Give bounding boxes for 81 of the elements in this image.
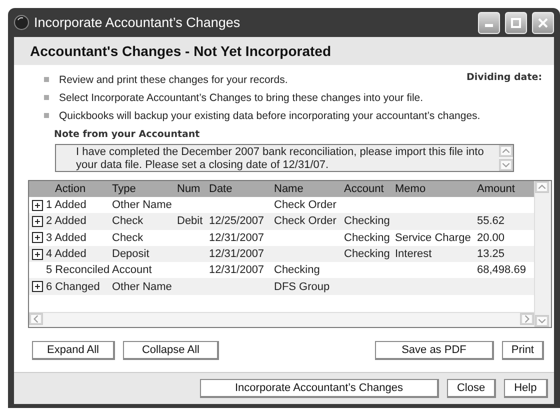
table-cell-text: Interest [395, 248, 433, 260]
bullet-icon [44, 95, 49, 100]
instruction-text: Quickbooks will backup your existing data before incorporating your accountant’s changes. [59, 110, 480, 122]
vertical-scrollbar[interactable] [534, 181, 551, 327]
table-cell: 1 Added [46, 199, 86, 212]
minimize-button[interactable] [478, 12, 500, 34]
scroll-right-icon[interactable] [520, 313, 534, 325]
dialog-heading: Accountant's Changes - Not Yet Incorporated [30, 43, 331, 59]
column-header[interactable]: Amount [477, 183, 534, 195]
table-cell-text: 12/31/2007 [209, 232, 266, 244]
window-title: Incorporate Accountant’s Changes [34, 15, 242, 30]
column-header[interactable]: Name [274, 183, 344, 195]
table-cell-text: 55.62 [477, 215, 506, 228]
scroll-up-icon[interactable] [535, 181, 549, 193]
table-cell-text: Checking [274, 264, 321, 276]
bullet-icon [44, 77, 49, 82]
table-cell: 6 Changed [46, 280, 100, 293]
table-row[interactable]: 3 Added Check 12/31/2007 Checking Service Charge 20.00 [29, 230, 534, 246]
table-cell-text: Check [112, 232, 144, 244]
column-header[interactable]: Account [344, 183, 395, 195]
column-header[interactable]: Num [177, 183, 209, 195]
table-cell-text: Debit [177, 215, 204, 228]
column-header[interactable]: Action [29, 183, 112, 195]
table-cell: 2 Added [46, 215, 86, 228]
table-row[interactable]: 1 Added Other Name Check Order [29, 197, 534, 214]
scroll-down-icon[interactable] [535, 315, 549, 327]
table-row[interactable]: 6 Changed Other Name DFS Group [29, 278, 534, 295]
bullet-icon [44, 113, 49, 118]
note-field[interactable]: I have completed the December 2007 bank reconciliation, please import this file into your data file. Please set a closing date of 12/31/07. [55, 144, 514, 172]
table-row[interactable]: 4 Added Deposit 12/31/2007 Checking Interest 13.25 [29, 246, 534, 262]
scroll-left-icon[interactable] [29, 313, 43, 325]
close-button[interactable]: Close [446, 379, 496, 398]
column-header[interactable]: Memo [395, 183, 477, 195]
maximize-button[interactable] [505, 12, 527, 34]
column-header[interactable]: Date [209, 183, 274, 195]
expand-icon[interactable] [32, 248, 43, 260]
expand-icon[interactable] [32, 200, 43, 211]
maximize-icon [511, 18, 521, 28]
table-cell-text: 12/31/2007 [209, 264, 266, 276]
expand-icon[interactable] [32, 232, 43, 244]
table-row[interactable]: 2 Added Check Debit 12/25/2007 Check Order Checking 55.62 [29, 213, 534, 230]
dividing-date-label: Dividing date: [466, 72, 542, 83]
table-cell-text: 13.25 [477, 248, 506, 260]
print-button[interactable]: Print [502, 341, 544, 360]
table-cell-text: Account [112, 264, 153, 276]
table-cell-text: Checking [344, 248, 391, 260]
scroll-down-icon[interactable] [499, 159, 513, 171]
table-cell-text: Check Order [274, 215, 338, 228]
table-cell-text: 12/25/2007 [209, 215, 266, 228]
app-icon [14, 15, 29, 30]
table-cell-text: 68,498.69 [477, 264, 527, 276]
expand-all-button[interactable]: Expand All [32, 341, 115, 360]
table-cell: 3 Added [46, 232, 86, 244]
table-cell-text: Check [112, 215, 144, 228]
expand-icon[interactable] [32, 216, 43, 227]
table-cell-text: Checking [344, 215, 391, 228]
save-as-pdf-button[interactable]: Save as PDF [374, 341, 494, 360]
instruction-text: Select Incorporate Accountant’s Changes to bring these changes into your file. [59, 92, 424, 104]
collapse-all-button[interactable]: Collapse All [122, 341, 220, 360]
note-label: Note from your Accountant [54, 129, 201, 140]
expand-icon[interactable] [32, 281, 43, 292]
table-cell-text: Deposit [112, 248, 150, 260]
close-button[interactable] [532, 12, 554, 34]
table-cell-text: DFS Group [274, 280, 331, 293]
scroll-up-icon[interactable] [499, 145, 513, 157]
table-cell: 4 Added [46, 248, 86, 260]
table-cell-text: Checking [344, 232, 391, 244]
table-row[interactable]: 5 Reconciled Account 12/31/2007 Checking 68,498.69 [29, 262, 534, 278]
table-cell-text: 20.00 [477, 232, 506, 244]
incorporate-button[interactable]: Incorporate Accountant’s Changes [200, 379, 439, 398]
column-header[interactable]: Type [112, 183, 177, 195]
horizontal-scrollbar[interactable] [29, 312, 534, 327]
table-cell-text: Check Order [274, 199, 338, 212]
table-cell-text: Other Name [112, 280, 173, 293]
table-cell-text: 12/31/2007 [209, 248, 266, 260]
table-cell: 5 Reconciled [46, 264, 110, 276]
help-button[interactable]: Help [504, 379, 548, 398]
table-cell-text: Other Name [112, 199, 173, 212]
table-cell-text: Service Charge [395, 232, 472, 244]
close-icon [538, 18, 548, 28]
instruction-text: Review and print these changes for your records. [59, 74, 288, 86]
